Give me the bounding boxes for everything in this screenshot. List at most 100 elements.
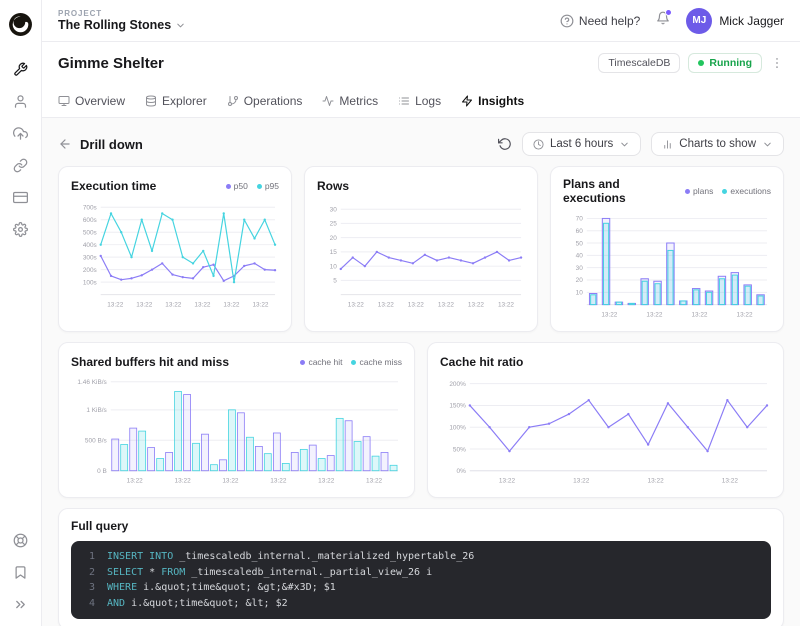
chart-legend: cache hit cache miss: [300, 357, 402, 367]
shared-buffers-chart: 0 B 500 B/s 1 KiB/s 1.46 KiB/s 13:22 13:22 13:…: [77, 379, 399, 485]
sidebar: [0, 0, 42, 626]
svg-text:50: 50: [576, 240, 584, 247]
tab-label: Insights: [478, 93, 525, 108]
status-label: Running: [709, 57, 752, 69]
svg-text:13:22: 13:22: [252, 301, 268, 308]
notifications-button[interactable]: [656, 9, 673, 30]
tab-insights[interactable]: Insights: [461, 84, 524, 117]
chart-card-rows: Rows 5 10 15 20 25 30 13:22 13:22 13:22 13:22 13:2…: [304, 166, 538, 332]
user-menu[interactable]: MJ Mick Jagger: [686, 7, 784, 34]
svg-text:13:22: 13:22: [438, 301, 454, 308]
project-switcher[interactable]: PROJECT The Rolling Stones: [58, 9, 186, 32]
services-icon[interactable]: [13, 62, 28, 77]
activity-icon: [322, 95, 334, 107]
svg-text:13:22: 13:22: [573, 478, 590, 485]
tab-logs[interactable]: Logs: [398, 84, 441, 117]
svg-text:13:22: 13:22: [348, 301, 364, 308]
legend-item: p50: [225, 181, 248, 191]
import-upload-icon[interactable]: [13, 126, 28, 141]
svg-text:13:22: 13:22: [601, 311, 617, 318]
chevron-down-icon: [175, 20, 186, 31]
code-line: 4 AND i.&quot;time&quot; &lt; $2: [88, 597, 288, 609]
svg-text:13:22: 13:22: [318, 478, 335, 485]
integrations-link-icon[interactable]: [13, 158, 28, 173]
chart-title: Cache hit ratio: [440, 355, 524, 369]
status-dot: [698, 60, 705, 66]
code-line: 1 INSERT INTO _timescaledb_internal._mate…: [88, 551, 475, 562]
overview-icon: [58, 95, 70, 107]
svg-text:13:22: 13:22: [223, 301, 239, 308]
chart-legend: p50 p95: [225, 181, 279, 191]
database-icon: [145, 95, 157, 107]
chart-title: Plans and executions: [563, 177, 626, 205]
refresh-icon[interactable]: [498, 137, 512, 151]
topbar-right: Need help? MJ Mick Jagger: [560, 7, 784, 34]
plans-executions-chart: 10 20 30 40 50 60 70 13:22 13:22 13:22 13:22: [576, 216, 768, 318]
chart-title: Shared buffers hit and miss: [71, 355, 230, 369]
svg-text:40: 40: [576, 253, 584, 260]
svg-text:20: 20: [330, 235, 338, 242]
svg-text:13:22: 13:22: [378, 301, 394, 308]
svg-text:13:22: 13:22: [222, 478, 239, 485]
list-icon: [398, 95, 410, 107]
tab-label: Explorer: [162, 93, 207, 108]
svg-text:10: 10: [576, 290, 584, 297]
drill-down-back[interactable]: Drill down: [58, 137, 143, 152]
support-icon[interactable]: [13, 533, 28, 548]
members-icon[interactable]: [13, 94, 28, 109]
chart-title: Execution time: [71, 179, 157, 193]
tab-bar: Overview Explorer Operations Metrics Log…: [42, 84, 800, 118]
chart-title: Rows: [317, 179, 350, 193]
svg-text:1 KiB/s: 1 KiB/s: [86, 407, 106, 414]
svg-text:13:22: 13:22: [107, 301, 123, 308]
toolbar-right: Last 6 hours Charts to show: [498, 132, 784, 156]
tab-overview[interactable]: Overview: [58, 84, 125, 117]
svg-text:10: 10: [330, 263, 338, 270]
avatar: MJ: [686, 7, 713, 34]
help-button[interactable]: Need help?: [560, 14, 640, 28]
help-label: Need help?: [578, 13, 641, 28]
sidebar-bottom: [13, 533, 28, 612]
bookmark-icon[interactable]: [13, 565, 28, 580]
svg-text:300s: 300s: [83, 254, 97, 261]
svg-text:400s: 400s: [83, 242, 97, 249]
top-bar: PROJECT The Rolling Stones Need help? MJ: [42, 0, 800, 42]
tab-metrics[interactable]: Metrics: [322, 84, 378, 117]
svg-text:0%: 0%: [457, 468, 467, 475]
svg-text:13:22: 13:22: [194, 301, 210, 308]
charts-row-2: Shared buffers hit and miss cache hit cach…: [58, 342, 784, 498]
svg-text:150%: 150%: [449, 403, 466, 410]
main-area: PROJECT The Rolling Stones Need help? MJ: [42, 0, 800, 626]
service-header: Gimme Shelter TimescaleDB Running: [42, 42, 800, 84]
tab-explorer[interactable]: Explorer: [145, 84, 207, 117]
svg-text:20: 20: [576, 277, 584, 284]
svg-text:13:22: 13:22: [408, 301, 424, 308]
svg-text:13:22: 13:22: [498, 301, 514, 308]
expand-sidebar-icon[interactable]: [13, 597, 28, 612]
tab-operations[interactable]: Operations: [227, 84, 302, 117]
query-code-block: 1 INSERT INTO _timescaledb_internal._mate…: [71, 541, 771, 619]
svg-text:500 B/s: 500 B/s: [85, 438, 107, 445]
db-type-badge: TimescaleDB: [598, 53, 681, 73]
chevron-down-icon: [762, 139, 773, 150]
charts-to-show-select[interactable]: Charts to show: [651, 132, 784, 156]
svg-text:13:22: 13:22: [737, 311, 753, 318]
time-range-select[interactable]: Last 6 hours: [522, 132, 642, 156]
status-badge: Running: [688, 53, 762, 73]
chart-legend: plans executions: [685, 186, 771, 196]
bar-chart-icon: [662, 139, 673, 150]
zap-icon: [461, 95, 473, 107]
billing-card-icon[interactable]: [13, 190, 28, 205]
user-name: Mick Jagger: [719, 13, 784, 28]
legend-item: cache miss: [351, 357, 402, 367]
charts-to-show-value: Charts to show: [679, 138, 756, 150]
timescale-logo[interactable]: [8, 12, 33, 37]
code-line: 2 SELECT * FROM _timescaledb_internal._pa…: [88, 566, 433, 578]
svg-text:700s: 700s: [83, 205, 97, 212]
svg-text:13:22: 13:22: [127, 478, 144, 485]
svg-text:5: 5: [333, 278, 337, 285]
charts-row-1: Execution time p50 p95 100s 200s 300s 400s 500…: [58, 166, 784, 332]
settings-gear-icon[interactable]: [13, 222, 28, 237]
more-menu-icon[interactable]: [770, 56, 784, 70]
project-label: PROJECT: [58, 9, 103, 18]
